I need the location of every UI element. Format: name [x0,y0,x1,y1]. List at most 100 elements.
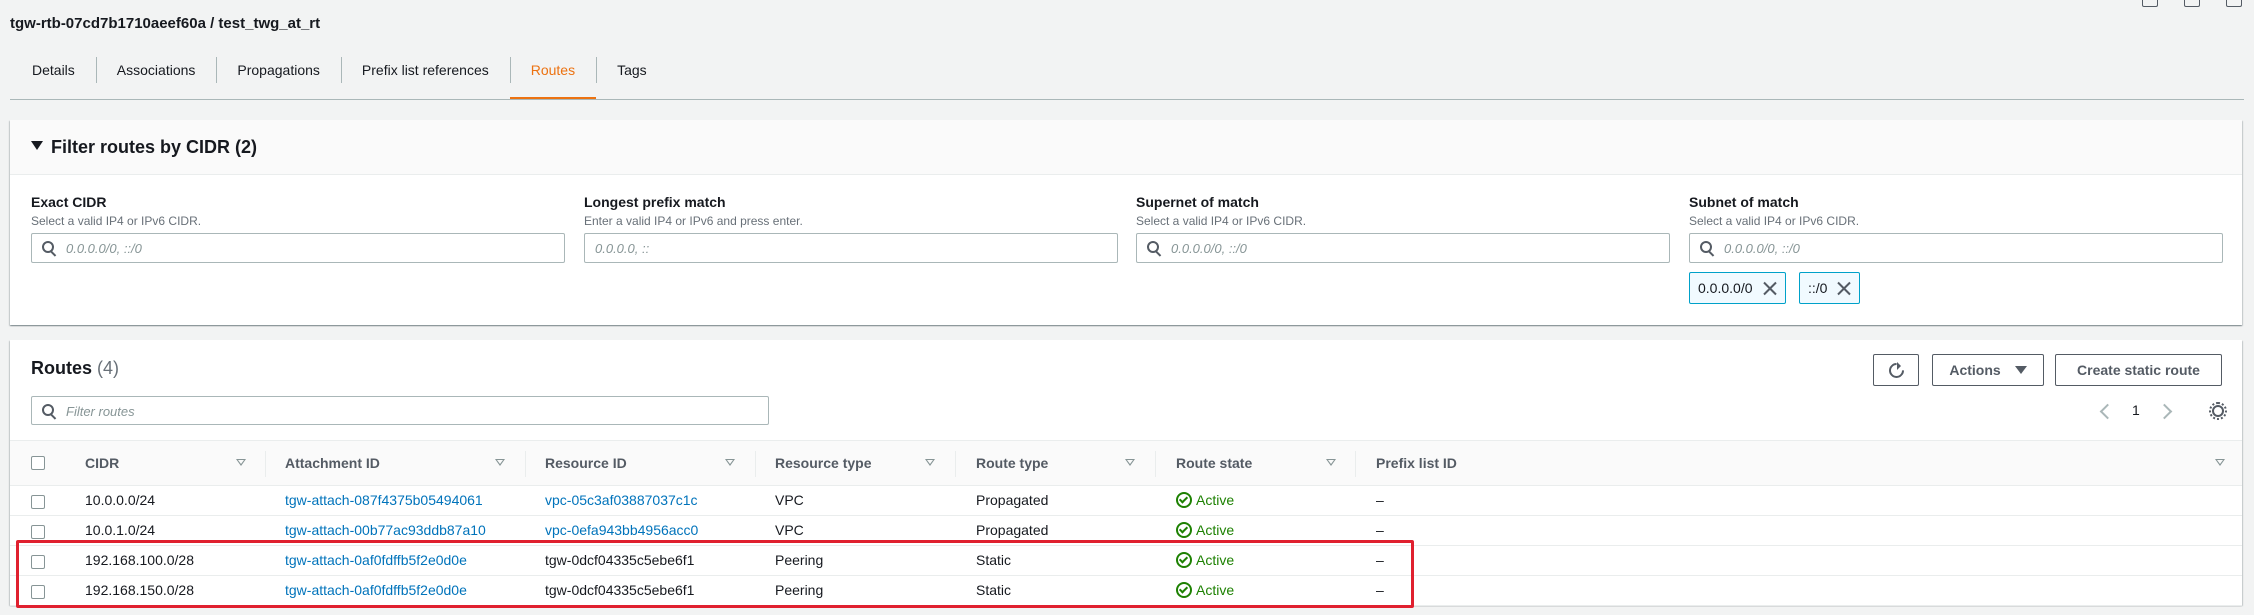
sort-icon[interactable] [495,459,505,466]
create-static-route-button[interactable]: Create static route [2055,354,2222,386]
cidr-cell: 10.0.0.0/24 [85,492,156,508]
table-row[interactable]: 192.168.100.0/28 tgw-attach-0af0fdffb5f2… [10,546,2242,576]
column-header-attachment-id[interactable]: Attachment ID [285,455,380,471]
search-icon [42,404,56,418]
status-ok-icon [1176,522,1192,538]
sort-icon[interactable] [1125,459,1135,466]
route-state-cell: Active [1176,582,1234,598]
page-number[interactable]: 1 [2132,402,2140,418]
tab-details[interactable]: Details [10,50,96,100]
column-header-resource-id[interactable]: Resource ID [545,455,627,471]
field-description: Select a valid IP4 or IPv6 CIDR. [1689,214,1860,228]
column-header-prefix-list-id[interactable]: Prefix list ID [1376,455,1457,471]
field-label: Longest prefix match [584,194,726,210]
attachment-link[interactable]: tgw-attach-087f4375b05494061 [285,492,483,508]
placeholder: 0.0.0.0/0, ::/0 [66,241,142,256]
table-row[interactable]: 10.0.1.0/24 tgw-attach-00b77ac93ddb87a10… [10,516,2242,546]
route-state-label: Active [1196,582,1235,598]
exact-cidr-group: Exact CIDR Select a valid IP4 or IPv6 CI… [31,194,565,263]
tab-associations[interactable]: Associations [95,50,217,100]
filter-title: Filter routes by CIDR (2) [51,137,258,157]
row-checkbox[interactable] [31,555,45,569]
row-checkbox[interactable] [31,585,45,599]
cidr-cell: 10.0.1.0/24 [85,522,156,538]
tab-prefix-list-references[interactable]: Prefix list references [340,50,510,100]
sort-icon[interactable] [925,459,935,466]
placeholder: Filter routes [66,404,135,419]
row-checkbox[interactable] [31,495,45,509]
routes-panel: Routes (4) Actions Create static route F… [10,340,2242,606]
column-divider [1355,451,1356,477]
caret-down-icon[interactable] [31,141,43,150]
window-icon[interactable] [2142,0,2158,7]
supernet-input[interactable]: 0.0.0.0/0, ::/0 [1136,233,1670,263]
longest-prefix-group: Longest prefix match Enter a valid IP4 o… [584,194,1118,263]
cidr-cell: 192.168.100.0/28 [85,552,194,568]
subnet-input[interactable]: 0.0.0.0/0, ::/0 [1689,233,2223,263]
close-icon[interactable] [1763,281,1777,295]
caret-down-icon [2014,366,2027,374]
window-icon[interactable] [2226,0,2242,7]
resource-link[interactable]: vpc-05c3af03887037c1c [545,492,698,508]
field-label: Subnet of match [1689,194,1799,210]
column-divider [755,451,756,477]
resource-id-cell: tgw-0dcf04335c5ebe6f1 [545,552,695,568]
longest-prefix-input[interactable]: 0.0.0.0, :: [584,233,1118,263]
column-divider [1155,451,1156,477]
close-icon[interactable] [1837,281,1851,295]
route-type-cell: Static [976,582,1012,598]
chevron-right-icon[interactable] [2156,403,2173,420]
field-label: Supernet of match [1136,194,1259,210]
table-header: CIDR Attachment ID Resource ID Resource … [10,440,2242,486]
search-icon [42,241,56,255]
attachment-link[interactable]: tgw-attach-0af0fdffb5f2e0d0e [285,582,467,598]
tab-tags[interactable]: Tags [596,50,668,100]
refresh-button[interactable] [1873,354,1919,386]
sort-icon[interactable] [236,459,246,466]
subnet-group: Subnet of match Select a valid IP4 or IP… [1689,194,2223,263]
sort-icon[interactable] [725,459,735,466]
actions-button[interactable]: Actions [1932,354,2044,386]
prefix-list-cell: – [1376,552,1384,568]
routes-count: (4) [97,358,120,378]
actions-label: Actions [1949,362,2001,378]
exact-cidr-input[interactable]: 0.0.0.0/0, ::/0 [31,233,565,263]
route-state-cell: Active [1176,522,1234,538]
filter-panel: Filter routes by CIDR (2) Exact CIDR Sel… [10,120,2242,325]
sort-icon[interactable] [1326,459,1336,466]
field-description: Select a valid IP4 or IPv6 CIDR. [1136,214,1307,228]
route-state-cell: Active [1176,492,1234,508]
row-checkbox[interactable] [31,525,45,539]
route-state-label: Active [1196,552,1235,568]
placeholder: 0.0.0.0, :: [595,241,650,256]
gear-icon[interactable] [2209,402,2227,420]
field-label: Exact CIDR [31,194,107,210]
select-all-checkbox[interactable] [31,456,45,470]
token-label: 0.0.0.0/0 [1698,280,1753,296]
attachment-link[interactable]: tgw-attach-00b77ac93ddb87a10 [285,522,486,538]
column-header-resource-type[interactable]: Resource type [775,455,871,471]
window-icon[interactable] [2184,0,2200,7]
table-row[interactable]: 10.0.0.0/24 tgw-attach-087f4375b05494061… [10,486,2242,516]
resource-link[interactable]: vpc-0efa943bb4956acc0 [545,522,698,538]
route-type-cell: Propagated [976,522,1049,538]
column-header-route-state[interactable]: Route state [1176,455,1252,471]
filter-header[interactable]: Filter routes by CIDR (2) [10,120,2242,175]
sort-icon[interactable] [2215,459,2225,466]
prefix-list-cell: – [1376,522,1384,538]
resource-type-cell: Peering [775,582,824,598]
supernet-group: Supernet of match Select a valid IP4 or … [1136,194,1670,263]
column-divider [265,451,266,477]
filter-routes-input[interactable]: Filter routes [31,396,769,425]
table-row[interactable]: 192.168.150.0/28 tgw-attach-0af0fdffb5f2… [10,576,2242,606]
tab-routes[interactable]: Routes [509,50,597,100]
placeholder: 0.0.0.0/0, ::/0 [1171,241,1247,256]
window-controls [2142,0,2242,7]
status-ok-icon [1176,582,1192,598]
column-header-cidr[interactable]: CIDR [85,455,119,471]
search-icon [1147,241,1161,255]
attachment-link[interactable]: tgw-attach-0af0fdffb5f2e0d0e [285,552,467,568]
column-header-route-type[interactable]: Route type [976,455,1048,471]
tab-propagations[interactable]: Propagations [216,50,341,100]
chevron-left-icon[interactable] [2099,403,2116,420]
